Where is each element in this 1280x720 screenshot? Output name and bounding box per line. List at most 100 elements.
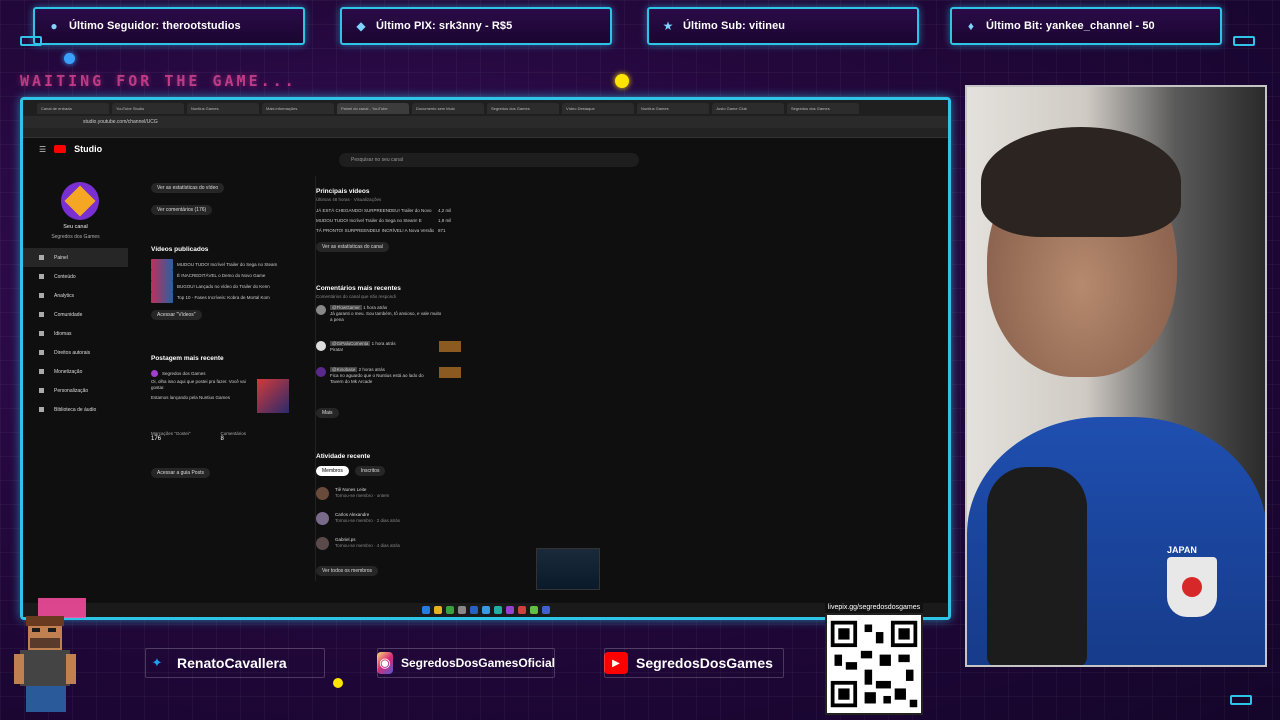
comment-item[interactable]: @GiPaluComenta 1 hora atrás Pirata! xyxy=(316,341,465,367)
star-icon: ★ xyxy=(662,19,674,33)
browser-tab[interactable]: Nuntius Games xyxy=(187,102,259,114)
settings-icon[interactable] xyxy=(457,606,466,614)
sidebar-item-monetizacao[interactable]: Monetização xyxy=(23,362,128,381)
app-icon[interactable] xyxy=(493,606,502,614)
preview-window[interactable] xyxy=(536,548,600,590)
start-icon[interactable] xyxy=(421,606,430,614)
top-video-row[interactable]: JÁ ESTÁ CHEGANDO! SURPREENDEU! Trailer d… xyxy=(316,205,465,215)
top-videos-title: Principais vídeos xyxy=(316,188,370,195)
content-icon xyxy=(39,274,44,279)
app-icon[interactable] xyxy=(505,606,514,614)
top-video-row[interactable]: MUDOU TUDO! Incrível Trailer do Sega no … xyxy=(316,215,465,225)
address-bar[interactable]: studio.youtube.com/channel/UCG xyxy=(23,116,948,128)
monetization-icon xyxy=(39,369,44,374)
member-row[interactable]: Gabriel.ps Tornou-se membro · 4 dias atrá… xyxy=(316,537,465,559)
sidebar-item-personalizacao[interactable]: Personalização xyxy=(23,381,128,400)
member-avatar xyxy=(316,487,329,500)
likes-value: 176 xyxy=(151,436,162,442)
tab-membros[interactable]: Membros xyxy=(316,466,349,476)
all-members-button[interactable]: Ver todos os membros xyxy=(316,566,379,576)
comment-item[interactable]: @Kinobase 2 horas atrás Fica no aguardo … xyxy=(316,367,465,401)
sidebar-item-comunidade[interactable]: Comunidade xyxy=(23,305,128,324)
waiting-text: WAITING FOR THE GAME... xyxy=(20,72,297,90)
posts-tab-button[interactable]: Acessar a guia Posts xyxy=(151,468,210,478)
qr-code-icon[interactable] xyxy=(825,613,923,715)
pixel-character-icon xyxy=(14,598,86,712)
browser-tab[interactable]: Mais informações xyxy=(262,102,334,114)
social-frame xyxy=(604,648,784,678)
qr-url: livepix.gg/segredosdosgames xyxy=(825,602,923,613)
browser-tab[interactable]: Canal de entrada xyxy=(37,102,109,114)
member-row[interactable]: Tiê Nunes Leite Tornou-se membro · ontem xyxy=(316,487,465,512)
channel-name: Seu canal xyxy=(63,224,88,230)
activity-tabs: Membros Inscritos xyxy=(316,466,465,481)
video-thumbnail xyxy=(151,259,173,270)
app-icon[interactable] xyxy=(517,606,526,614)
browser-tab[interactable]: Segredos dos Games xyxy=(487,102,559,114)
post-text-2: Estamos lançando pela Nuntius Games xyxy=(151,395,231,400)
sidebar-item-idiomas[interactable]: Idiomas xyxy=(23,324,128,343)
social-youtube[interactable]: ▶ SegredosDosGames xyxy=(604,648,784,678)
sidebar-item-conteudo[interactable]: Conteúdo xyxy=(23,267,128,286)
app-icon[interactable] xyxy=(529,606,538,614)
studio-sidebar: Seu canal Segredos dos Games Painel Cont… xyxy=(23,176,128,577)
post-image[interactable] xyxy=(257,379,289,413)
webcam-feed: JAPAN xyxy=(965,85,1267,667)
social-twitter[interactable]: ✦ RenatoCavallera xyxy=(145,648,325,678)
folder-icon[interactable] xyxy=(433,606,442,614)
dashboard-icon xyxy=(39,255,44,260)
alert-label: Último Sub: vitineu xyxy=(683,20,786,32)
sidebar-item-analytics[interactable]: Analytics xyxy=(23,286,128,305)
post-body: Oi, olha isso aqui que postei pra fazer.… xyxy=(151,379,291,413)
app-icon[interactable] xyxy=(481,606,490,614)
screen-capture: Canal de entrada YouTube Studio Nuntius … xyxy=(20,97,951,620)
alert-label: Último Seguidor: therootstudios xyxy=(69,20,241,32)
comments-button[interactable]: Ver comentários (176) xyxy=(151,205,213,215)
video-row[interactable]: MUDOU TUDO! Incrível Trailer do Sega no … xyxy=(151,259,291,270)
chrome-icon[interactable] xyxy=(445,606,454,614)
menu-icon[interactable]: ☰ xyxy=(39,145,46,154)
sidebar-item-direitos[interactable]: Direitos autorais xyxy=(23,343,128,362)
video-thumbnail xyxy=(151,270,173,281)
app-icon[interactable] xyxy=(541,606,550,614)
bookmarks-bar xyxy=(23,128,948,138)
more-comments-button[interactable]: Mais xyxy=(316,408,339,418)
top-video-row[interactable]: TÁ PRONTO! SURPREENDEU! INCRÍVEL! A Nova… xyxy=(316,225,465,235)
browser-tab[interactable]: YouTube Studio xyxy=(112,102,184,114)
stats-button[interactable]: Ver as estatísticas do vídeo xyxy=(151,183,225,193)
browser-tab[interactable]: Segredos dos Games xyxy=(787,102,859,114)
tab-inscritos[interactable]: Inscritos xyxy=(354,466,386,476)
video-row[interactable]: BUGOU! Lançado no vídeo do Trailer do Ke… xyxy=(151,281,291,292)
corner-decoration xyxy=(1233,36,1255,46)
youtube-logo-icon[interactable] xyxy=(54,145,67,153)
decor-dot xyxy=(615,74,629,88)
comments-value: 8 xyxy=(220,436,224,442)
webcam-hair xyxy=(981,127,1181,237)
browser-tab-active[interactable]: Painel do canal - YouTube xyxy=(337,102,409,114)
video-row[interactable]: É INACREDITÁVEL o Demo do Novo Game xyxy=(151,270,291,281)
alert-last-follower: ● Último Seguidor: therootstudios xyxy=(33,7,305,45)
os-taskbar xyxy=(23,603,948,617)
member-row[interactable]: Carlos Alexandre Tornou-se membro · 2 dia… xyxy=(316,512,465,537)
comment-item[interactable]: @FlowGamer 1 hora atrás Já garanti o meu… xyxy=(316,305,465,341)
studio-search-input[interactable]: Pesquisar no seu canal xyxy=(339,153,639,167)
social-instagram[interactable]: ◉ SegredosDosGamesOficial xyxy=(377,648,555,678)
channel-avatar[interactable] xyxy=(61,182,99,220)
pix-icon: ◆ xyxy=(356,19,366,33)
channel-analytics-button[interactable]: Ver as estatísticas do canal xyxy=(316,242,389,252)
post-metrics: Marcações "Gostei" 176 Comentários 8 xyxy=(151,431,246,442)
alert-last-sub: ★ Último Sub: vitineu xyxy=(647,7,919,45)
alert-last-bit: ♦ Último Bit: yankee_channel - 50 xyxy=(950,7,1222,45)
browser-tab[interactable]: Vídeo Destaque xyxy=(562,102,634,114)
sidebar-item-painel[interactable]: Painel xyxy=(23,248,128,267)
browser-tab[interactable]: Nuntius Games xyxy=(637,102,709,114)
author-avatar xyxy=(151,370,158,377)
video-row[interactable]: Top 10 - Fases Incríveis: Kobra de Morta… xyxy=(151,292,291,303)
sidebar-item-biblioteca[interactable]: Biblioteca de áudio xyxy=(23,400,128,419)
browser-tab[interactable]: Justo Game Club xyxy=(712,102,784,114)
browser-tab[interactable]: Documento sem título xyxy=(412,102,484,114)
dashboard-left-column: Ver as estatísticas do vídeo Ver comentá… xyxy=(151,176,291,483)
videos-button[interactable]: Acessar "Vídeos" xyxy=(151,310,202,320)
member-avatar xyxy=(316,512,329,525)
app-icon[interactable] xyxy=(469,606,478,614)
